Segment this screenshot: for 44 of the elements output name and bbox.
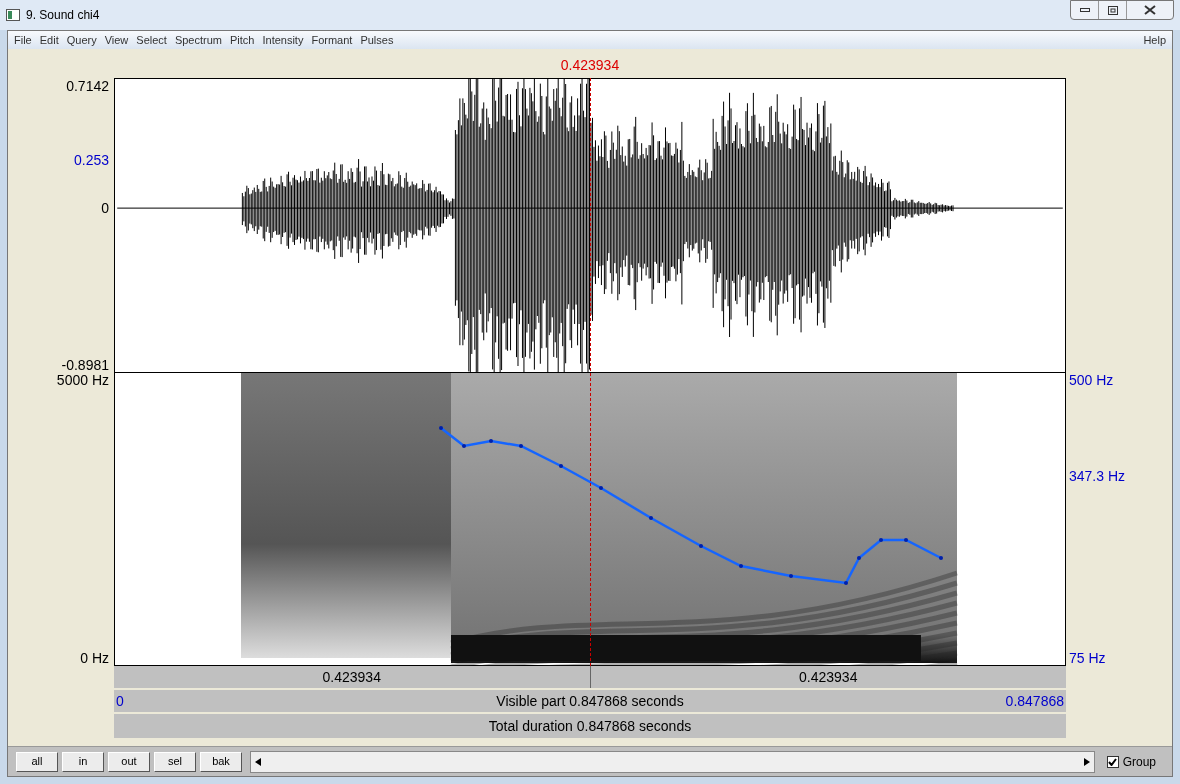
menu-item[interactable]: Formant	[307, 31, 357, 49]
amplitude-label: 0	[101, 201, 109, 215]
maximize-icon	[1107, 5, 1118, 15]
pitch-label: 75 Hz	[1069, 651, 1106, 665]
zoom-button[interactable]: bak	[200, 751, 242, 772]
scroll-left-icon[interactable]	[255, 757, 261, 766]
cursor-time: 0.423934	[560, 56, 620, 75]
menu-item[interactable]: Pulses	[356, 31, 398, 49]
end-time: 0.847868	[1004, 691, 1064, 711]
menu-item[interactable]: View	[100, 31, 133, 49]
time-segment[interactable]: 0.423934	[590, 666, 1066, 688]
menu-item[interactable]: Help	[1143, 31, 1166, 49]
minimize-icon	[1079, 8, 1090, 12]
group-label: Group	[1122, 753, 1156, 771]
pitch-label: 500 Hz	[1069, 373, 1114, 387]
app-icon	[6, 9, 20, 21]
total-duration-bar[interactable]: Total duration 0.847868 seconds	[114, 714, 1066, 738]
menu-item[interactable]: Select	[132, 31, 171, 49]
menu-item[interactable]: Pitch	[226, 31, 259, 49]
checkmark-icon	[1108, 757, 1118, 766]
pitch-label: 347.3 Hz	[1069, 469, 1126, 483]
menu-item[interactable]: Intensity	[258, 31, 308, 49]
close-icon	[1144, 5, 1156, 15]
frequency-label: 5000 Hz	[56, 373, 109, 387]
visible-part-label: Visible part 0.847868 seconds	[495, 691, 685, 711]
time-segment[interactable]: 0.423934	[114, 666, 591, 688]
scrollbar[interactable]	[250, 750, 1095, 773]
scroll-right-icon[interactable]	[1083, 757, 1090, 766]
amplitude-label: 0.253	[73, 153, 109, 167]
amplitude-label: 0.7142	[66, 79, 109, 93]
menu-item[interactable]: File	[14, 31, 36, 49]
zoom-button[interactable]: in	[62, 751, 104, 772]
group-checkbox[interactable]	[1106, 755, 1119, 768]
menu-item[interactable]: Edit	[35, 31, 63, 49]
zoom-button[interactable]: sel	[154, 751, 196, 772]
start-time: 0	[116, 691, 125, 711]
window-title: 9. Sound chi4	[26, 7, 100, 24]
frequency-label: 0 Hz	[80, 651, 109, 665]
zoom-button[interactable]: out	[108, 751, 150, 772]
amplitude-label: -0.8981	[61, 358, 109, 372]
menu-item[interactable]: Query	[62, 31, 101, 49]
menu-item[interactable]: Spectrum	[170, 31, 226, 49]
visible-part-bar[interactable]: 0 Visible part 0.847868 seconds 0.847868	[114, 690, 1066, 714]
zoom-button[interactable]: all	[16, 751, 58, 772]
